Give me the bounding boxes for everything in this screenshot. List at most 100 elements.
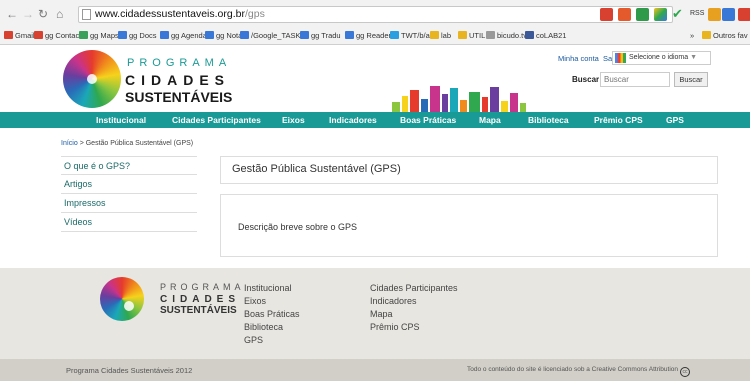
bookmark-favicon-icon bbox=[160, 31, 169, 39]
bookmark-item[interactable]: lab bbox=[430, 31, 451, 41]
bookmark-item[interactable]: gg Maps bbox=[79, 31, 119, 41]
footer-link-gps[interactable]: GPS bbox=[244, 334, 300, 347]
footer-links-col1: Institucional Eixos Boas Práticas Biblio… bbox=[244, 282, 300, 347]
search-button[interactable]: Buscar bbox=[674, 72, 708, 87]
reload-icon[interactable]: ↻ bbox=[38, 7, 48, 21]
breadcrumb-separator: > bbox=[79, 140, 84, 147]
bookmark-item[interactable]: gg Tradu bbox=[300, 31, 341, 41]
browser-toolbar: ← → ↻ ⌂ www.cidadessustentaveis.org.br/g… bbox=[0, 0, 750, 28]
bookmark-item[interactable]: Outros fav bbox=[702, 31, 748, 41]
footer-link-cidades-participantes[interactable]: Cidades Participantes bbox=[370, 282, 458, 295]
google-translate-icon bbox=[615, 53, 626, 63]
footer-link-boas-praticas[interactable]: Boas Práticas bbox=[244, 308, 300, 321]
bookmarks-bar: Gmail gg Contact gg Maps gg Docs gg Agenda gg… bbox=[0, 28, 750, 45]
bookmark-label: gg Contact bbox=[45, 31, 82, 40]
check-icon[interactable]: ✔ bbox=[672, 7, 685, 21]
footer-links-col2: Cidades Participantes Indicadores Mapa P… bbox=[370, 282, 458, 334]
url-domain: www.cidadessustentaveis.org.br bbox=[95, 8, 245, 20]
license-text[interactable]: Todo o conteúdo do site é licenciado sob… bbox=[467, 366, 678, 373]
sidebar-item-o-que-e[interactable]: O que é o GPS? bbox=[61, 156, 197, 175]
drive-icon[interactable] bbox=[654, 8, 667, 21]
nav-indicadores[interactable]: Indicadores bbox=[329, 114, 377, 126]
footer-link-mapa[interactable]: Mapa bbox=[370, 308, 458, 321]
footer-logo-flower-icon[interactable] bbox=[100, 277, 144, 321]
gmail-extension-icon[interactable] bbox=[600, 8, 613, 21]
address-bar[interactable]: www.cidadessustentaveis.org.br/gps bbox=[78, 6, 673, 23]
footer-link-biblioteca[interactable]: Biblioteca bbox=[244, 321, 300, 334]
url-path: /gps bbox=[245, 8, 265, 20]
footer-link-indicadores[interactable]: Indicadores bbox=[370, 295, 458, 308]
footer-link-institucional[interactable]: Institucional bbox=[244, 282, 300, 295]
bookmark-favicon-icon bbox=[345, 31, 354, 39]
bookmark-label: bicudo.tv bbox=[497, 31, 528, 40]
bookmark-favicon-icon bbox=[486, 31, 495, 39]
evernote-icon[interactable] bbox=[636, 8, 649, 21]
back-arrow-icon[interactable]: ← bbox=[6, 7, 18, 21]
sidebar-item-artigos[interactable]: Artigos bbox=[61, 175, 197, 194]
nav-cidades-participantes[interactable]: Cidades Participantes bbox=[172, 114, 261, 126]
sidebar-item-videos[interactable]: Vídeos bbox=[61, 213, 197, 232]
bookmark-label: Outros fav bbox=[713, 31, 748, 40]
my-account-link[interactable]: Minha conta bbox=[558, 54, 599, 63]
bookmark-favicon-icon bbox=[430, 31, 439, 39]
bookmark-label: TWT/b/a1 bbox=[401, 31, 434, 40]
breadcrumb: Início > Gestão Pública Sustentável (GPS… bbox=[61, 140, 193, 147]
bookmark-label: coLAB21 bbox=[536, 31, 567, 40]
bookmark-favicon-icon bbox=[702, 31, 711, 39]
bookmark-item[interactable]: gg Agenda bbox=[160, 31, 207, 41]
bookmark-label: » bbox=[690, 31, 695, 40]
bookmark-favicon-icon bbox=[300, 31, 309, 39]
language-label: Selecione o idioma bbox=[629, 54, 689, 61]
cookie-icon[interactable] bbox=[708, 8, 721, 21]
bookmark-label: UTIL bbox=[469, 31, 486, 40]
bookmark-item[interactable]: UTIL bbox=[458, 31, 485, 41]
bookmark-favicon-icon bbox=[79, 31, 88, 39]
nav-boas-praticas[interactable]: Boas Práticas bbox=[400, 114, 456, 126]
breadcrumb-home-link[interactable]: Início bbox=[61, 140, 78, 147]
bookmark-item[interactable]: coLAB21 bbox=[525, 31, 566, 41]
bookmark-favicon-icon bbox=[525, 31, 534, 39]
nav-premio-cps[interactable]: Prêmio CPS bbox=[594, 114, 643, 126]
footer-logo-line1: PROGRAMA bbox=[160, 282, 245, 292]
bookmark-item[interactable]: » bbox=[690, 31, 694, 41]
bookmark-item[interactable]: gg Reader bbox=[345, 31, 391, 41]
bookmark-favicon-icon bbox=[34, 31, 43, 39]
search-input[interactable] bbox=[600, 72, 670, 87]
skyline-illustration bbox=[392, 85, 562, 112]
bookmark-item[interactable]: gg Docs bbox=[118, 31, 157, 41]
rss-icon[interactable]: RSS bbox=[690, 8, 704, 21]
nav-mapa[interactable]: Mapa bbox=[479, 114, 501, 126]
bookmark-item[interactable]: Gmail bbox=[4, 31, 35, 41]
bookmark-item[interactable]: TWT/b/a1 bbox=[390, 31, 434, 41]
forward-arrow-icon[interactable]: → bbox=[22, 7, 34, 21]
sidebar-item-impressos[interactable]: Impressos bbox=[61, 194, 197, 213]
bookmark-item[interactable]: bicudo.tv bbox=[486, 31, 527, 41]
record-icon[interactable] bbox=[738, 8, 750, 21]
nav-biblioteca[interactable]: Biblioteca bbox=[528, 114, 569, 126]
footer-logo-line2: CIDADES bbox=[160, 294, 241, 305]
bookmark-item[interactable]: /Google_TASK bbox=[240, 31, 300, 41]
translate-icon[interactable] bbox=[722, 8, 735, 21]
bookmark-favicon-icon bbox=[118, 31, 127, 39]
bookmark-label: gg Maps bbox=[90, 31, 119, 40]
sidebar-menu: O que é o GPS? Artigos Impressos Vídeos bbox=[61, 156, 197, 232]
nav-eixos[interactable]: Eixos bbox=[282, 114, 305, 126]
footer-logo-line3: SUSTENTÁVEIS bbox=[160, 305, 237, 316]
language-select[interactable]: Selecione o idioma ▼ bbox=[612, 51, 711, 65]
home-icon[interactable]: ⌂ bbox=[56, 7, 63, 21]
footer-link-eixos[interactable]: Eixos bbox=[244, 295, 300, 308]
bookmark-favicon-icon bbox=[205, 31, 214, 39]
dropdown-arrow-icon: ▼ bbox=[690, 54, 698, 61]
bookmark-label: gg Tradu bbox=[311, 31, 341, 40]
page-icon bbox=[82, 9, 91, 20]
footer-link-premio-cps[interactable]: Prêmio CPS bbox=[370, 321, 458, 334]
extension-plus-icon[interactable] bbox=[618, 8, 631, 21]
nav-gps[interactable]: GPS bbox=[666, 114, 684, 126]
bookmark-label: gg Agenda bbox=[171, 31, 207, 40]
bookmark-item[interactable]: gg Contact bbox=[34, 31, 81, 41]
page-title: Gestão Pública Sustentável (GPS) bbox=[232, 163, 401, 175]
bookmark-favicon-icon bbox=[4, 31, 13, 39]
logo-flower-icon[interactable] bbox=[63, 50, 121, 108]
nav-institucional[interactable]: Institucional bbox=[96, 114, 146, 126]
bookmark-label: /Google_TASK bbox=[251, 31, 301, 40]
